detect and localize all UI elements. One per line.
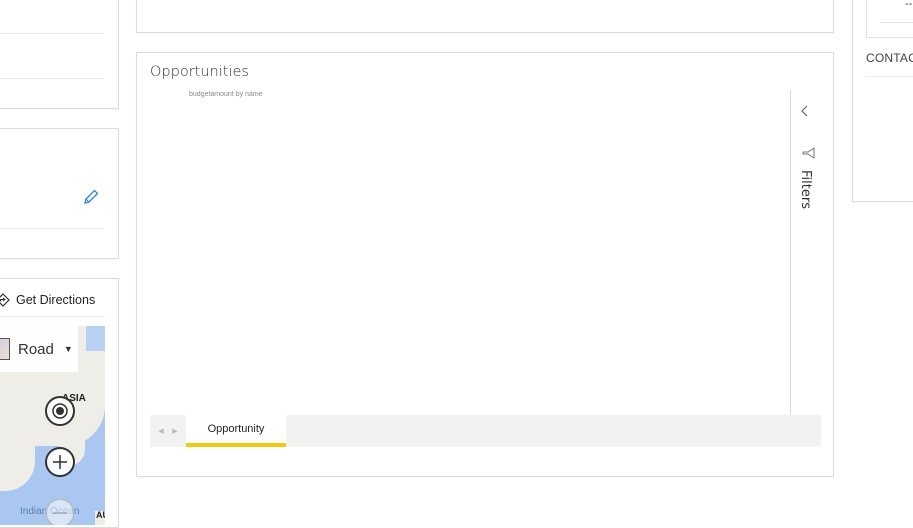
zoom-in-button[interactable] (45, 447, 75, 477)
chevron-left-icon (801, 105, 808, 117)
map-land (0, 436, 35, 491)
map-layer-selector[interactable]: Road ▼ (0, 326, 78, 372)
divider (880, 22, 913, 23)
get-directions-button[interactable]: Get Directions (0, 290, 95, 310)
minus-icon (53, 512, 67, 514)
road-thumbnail-icon (0, 338, 10, 360)
next-page-icon[interactable]: ▶ (172, 427, 177, 435)
zoom-out-button[interactable] (45, 498, 75, 525)
divider (0, 78, 104, 79)
collapse-filters-button[interactable] (800, 104, 810, 121)
page-tab-label: Opportunity (207, 423, 265, 435)
filter-funnel-icon (802, 146, 815, 164)
divider (0, 33, 104, 34)
map-label-australia: AU (96, 510, 105, 520)
page-tabs-bar: ◀ ▶ Opportunity (150, 415, 821, 447)
opportunities-card (136, 52, 834, 477)
left-form-card-middle (0, 128, 119, 259)
divider (0, 316, 104, 317)
divider (866, 76, 913, 77)
page-tab-opportunity[interactable]: Opportunity (186, 415, 286, 447)
locate-me-button[interactable] (45, 396, 75, 426)
contacts-section-label: CONTACTS (866, 51, 913, 65)
previous-page-icon[interactable]: ◀ (158, 427, 163, 435)
left-form-card-top (0, 0, 119, 109)
opportunities-title: Opportunities (150, 64, 249, 80)
caret-down-icon: ▼ (63, 344, 73, 354)
map-water (86, 326, 105, 351)
visual-subtitle: budgetamount by name (189, 91, 263, 98)
page-nav-arrows: ◀ ▶ (150, 415, 186, 447)
target-icon (52, 403, 68, 419)
empty-value: -- (905, 0, 913, 10)
filters-label[interactable]: Filters (798, 170, 813, 209)
map-layer-value: Road (18, 340, 54, 358)
get-directions-label: Get Directions (16, 293, 96, 307)
edit-pencil-icon[interactable] (82, 188, 100, 206)
plus-icon (53, 455, 67, 469)
divider (0, 228, 104, 229)
filters-pane[interactable] (791, 90, 821, 415)
map-view[interactable]: Road ▼ ASIA Indian Ocean AU (0, 326, 105, 525)
top-section-card (136, 0, 834, 33)
directions-icon (0, 293, 10, 307)
